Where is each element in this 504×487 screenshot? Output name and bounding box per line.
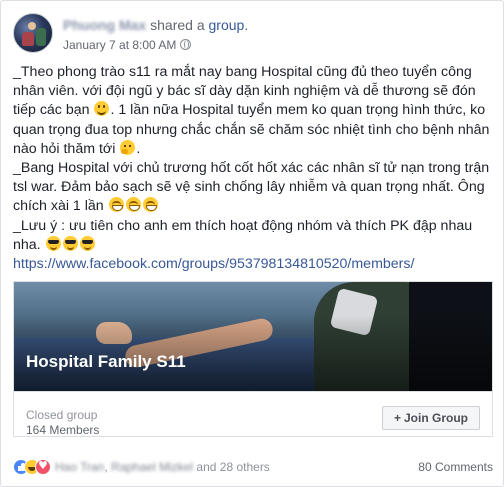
post-title-line: Phuong Max shared a group. [63,16,248,34]
paragraph-url: https://www.facebook.com/groups/95379813… [13,255,495,274]
grin-emoji [125,197,141,213]
author-avatar[interactable] [13,13,53,53]
post-header: Phuong Max shared a group. January 7 at … [13,11,493,57]
paragraph-1: _Theo phong trào s11 ra mắt nay bang Hos… [13,63,495,159]
paragraph-3: _Lưu ý : ưu tiên cho anh em thích hoạt đ… [13,217,495,255]
reactions-bar: Hao Tran, Raphael Mizkel and 28 others 8… [13,457,493,477]
thinking-emoji [120,139,136,155]
paragraph-1-part-c: . [136,140,141,157]
post-timestamp[interactable]: January 7 at 8:00 AM [63,38,192,52]
sunglasses-emoji [79,235,95,251]
post-body: _Theo phong trào s11 ra mắt nay bang Hos… [13,63,495,274]
grin-emoji [142,197,158,213]
timestamp-text: January 7 at 8:00 AM [63,38,177,52]
sunglasses-emoji [45,235,61,251]
globe-icon [180,39,192,50]
group-member-count: 164 Members [26,423,100,437]
group-info-bar: Closed group 164 Members + Join Group [13,391,493,437]
grin-emoji [108,197,124,213]
group-privacy: Closed group [26,408,98,422]
join-group-label: Join Group [404,411,468,425]
plus-icon: + [393,411,401,425]
comments-count[interactable]: 80 Comments [418,460,493,474]
smile-emoji [94,101,110,117]
post-card: Phuong Max shared a group. January 7 at … [0,0,504,487]
reaction-names[interactable]: Hao Tran, Raphael Mizkel and 28 others [55,460,270,474]
group-link[interactable]: group [209,17,245,33]
group-cover-image[interactable]: Hospital Family S11 [13,281,493,391]
love-reaction-icon[interactable] [35,459,51,475]
reactor-name-1: Hao Tran [55,460,105,474]
group-title[interactable]: Hospital Family S11 [26,352,186,372]
paragraph-2-text: _Bang Hospital với chủ trương hốt cốt hố… [13,160,490,215]
sunglasses-emoji [62,235,78,251]
paragraph-2: _Bang Hospital với chủ trương hốt cốt hố… [13,159,495,217]
members-url-link[interactable]: https://www.facebook.com/groups/95379813… [13,256,414,272]
join-group-button[interactable]: + Join Group [382,406,480,430]
reactor-others: and 28 others [196,460,270,474]
reactor-name-2: Raphael Mizkel [111,460,194,474]
title-period: . [244,17,249,33]
shared-verb: shared a [150,17,205,33]
author-name[interactable]: Phuong Max [63,17,146,33]
